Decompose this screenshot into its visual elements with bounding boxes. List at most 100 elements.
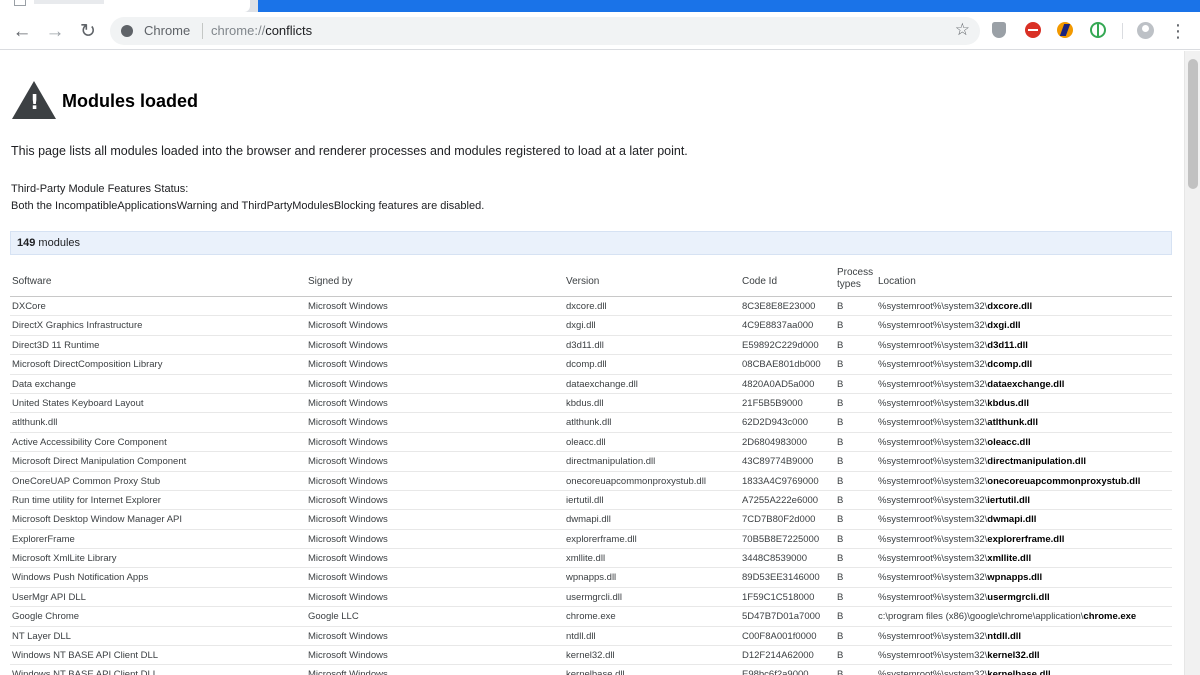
table-row: Data exchange Microsoft Windows dataexchan… [10, 375, 1172, 394]
cell-process-types: B [837, 494, 844, 506]
column-signed-by[interactable]: Signed by [308, 276, 352, 287]
column-process-types[interactable]: Process types [837, 267, 877, 291]
location-filename: dataexchange.dll [987, 378, 1065, 390]
cell-location: %systemroot%\system32\kernelbase.dll [878, 669, 1172, 675]
table-row: Windows Push Notification Apps Microsoft … [10, 568, 1172, 588]
stop-icon[interactable] [1025, 22, 1041, 38]
cell-version: explorerframe.dll [566, 533, 637, 545]
cell-process-types: B [837, 650, 844, 662]
cell-location: %systemroot%\system32\dataexchange.dll [878, 379, 1172, 390]
cell-location: %systemroot%\system32\oleacc.dll [878, 437, 1172, 448]
cell-signed-by: Microsoft Windows [308, 359, 388, 371]
active-tab[interactable] [0, 0, 250, 12]
cell-version: iertutil.dll [566, 494, 604, 506]
cell-signed-by: Microsoft Windows [308, 591, 388, 603]
cell-process-types: B [837, 339, 844, 351]
vertical-scrollbar[interactable] [1184, 51, 1200, 675]
column-version[interactable]: Version [566, 276, 599, 287]
cell-signed-by: Microsoft Windows [308, 572, 388, 584]
location-directory: %systemroot%\system32\ [878, 378, 988, 390]
url-text[interactable]: chrome://conflicts [211, 23, 312, 38]
cell-version: dxgi.dll [566, 320, 596, 332]
location-filename: iertutil.dll [987, 494, 1031, 506]
page-intro: This page lists all modules loaded into … [11, 144, 688, 158]
location-directory: %systemroot%\system32\ [878, 301, 988, 312]
cell-version: wpnapps.dll [566, 572, 617, 584]
cell-signed-by: Microsoft Windows [308, 553, 388, 565]
page-title: Modules loaded [62, 91, 199, 111]
toolbar-divider [1122, 23, 1123, 39]
omnibox-separator [202, 23, 203, 39]
shield-icon[interactable] [992, 22, 1006, 38]
cell-version: dcomp.dll [566, 359, 607, 371]
location-directory: %systemroot%\system32\ [878, 359, 988, 371]
warning-triangle-icon [12, 81, 56, 119]
column-software[interactable]: Software [12, 276, 51, 287]
bolt-icon[interactable] [1057, 22, 1073, 38]
column-code-id[interactable]: Code Id [742, 276, 777, 287]
globe-icon[interactable] [1090, 22, 1106, 38]
back-button[interactable]: ← [9, 18, 35, 44]
cell-location: %systemroot%\system32\dxgi.dll [878, 320, 1172, 331]
arrow-back-icon: ← [12, 20, 32, 42]
cell-process-types: B [837, 456, 844, 468]
table-row: atlthunk.dll Microsoft Windows atlthunk.dl… [10, 413, 1172, 433]
location-filename: xmllite.dll [987, 553, 1032, 565]
cell-software: NT Layer DLL [12, 630, 71, 642]
cell-location: %systemroot%\system32\directmanipulation… [878, 456, 1172, 467]
location-directory: %systemroot%\system32\ [878, 533, 988, 545]
cell-software: DXCore [12, 301, 46, 312]
kebab-menu-icon[interactable]: ⋮ [1168, 20, 1188, 42]
location-filename: dcomp.dll [987, 359, 1033, 371]
star-icon[interactable]: ☆ [955, 21, 970, 38]
location-filename: onecoreuapcommonproxystub.dll [987, 475, 1141, 487]
table-row: Direct3D 11 Runtime Microsoft Windows d3d1… [10, 336, 1172, 356]
cell-process-types: B [837, 475, 844, 487]
cell-code-id: 43C89774B9000 [742, 456, 814, 468]
cell-process-types: B [837, 591, 844, 603]
cell-process-types: B [837, 320, 844, 332]
cell-signed-by: Microsoft Windows [308, 494, 388, 506]
cell-version: kernel32.dll [566, 650, 615, 662]
cell-version: dwmapi.dll [566, 514, 611, 526]
avatar-icon[interactable] [1137, 22, 1154, 39]
cell-code-id: E98bc6f2a9000 [742, 669, 809, 675]
cell-location: %systemroot%\system32\dxcore.dll [878, 301, 1172, 312]
cell-location: %systemroot%\system32\xmllite.dll [878, 553, 1172, 564]
cell-process-types: B [837, 301, 844, 312]
address-bar[interactable]: Chrome chrome://conflicts ☆ [110, 17, 980, 45]
cell-location: %systemroot%\system32\atlthunk.dll [878, 417, 1172, 428]
reload-button[interactable]: ↻ [75, 18, 101, 44]
table-row: United States Keyboard Layout Microsoft W… [10, 394, 1172, 414]
cell-version: atlthunk.dll [566, 417, 612, 429]
table-row: UserMgr API DLL Microsoft Windows usermgrc… [10, 588, 1172, 608]
column-location[interactable]: Location [878, 276, 916, 287]
info-icon[interactable] [121, 25, 133, 37]
cell-code-id: 70B5B8E7225000 [742, 533, 820, 545]
cell-process-types: B [837, 669, 844, 675]
location-filename: atlthunk.dll [987, 417, 1038, 429]
cell-location: %systemroot%\system32\ntdll.dll [878, 631, 1172, 642]
forward-button[interactable]: → [42, 18, 68, 44]
location-filename: wpnapps.dll [987, 572, 1043, 584]
location-directory: c:\program files (x86)\google\chrome\app… [878, 611, 1084, 623]
modules-table-body: DXCore Microsoft Windows dxcore.dll 8C3E8E8… [10, 297, 1172, 675]
scrollbar-thumb[interactable] [1188, 59, 1198, 189]
cell-software: Windows NT BASE API Client DLL [12, 669, 159, 675]
cell-software: DirectX Graphics Infrastructure [12, 320, 143, 332]
location-directory: %systemroot%\system32\ [878, 339, 988, 351]
modules-table-header: Software Signed by Version Code Id Proce… [10, 265, 1172, 297]
cell-signed-by: Microsoft Windows [308, 475, 388, 487]
inactive-tab-area[interactable] [258, 0, 1200, 12]
cell-signed-by: Microsoft Windows [308, 417, 388, 429]
cell-code-id: 8C3E8E8E23000 [742, 301, 816, 312]
cell-code-id: 7CD7B80F2d000 [742, 514, 816, 526]
cell-code-id: 4C9E8837aa000 [742, 320, 814, 332]
table-row: NT Layer DLL Microsoft Windows ntdll.dll C0… [10, 627, 1172, 647]
cell-software: Google Chrome [12, 611, 80, 623]
cell-process-types: B [837, 359, 844, 371]
location-filename: ntdll.dll [987, 630, 1022, 642]
cell-code-id: D12F214A62000 [742, 650, 814, 662]
cell-software: Active Accessibility Core Component [12, 436, 167, 448]
tab-strip [0, 0, 1200, 12]
